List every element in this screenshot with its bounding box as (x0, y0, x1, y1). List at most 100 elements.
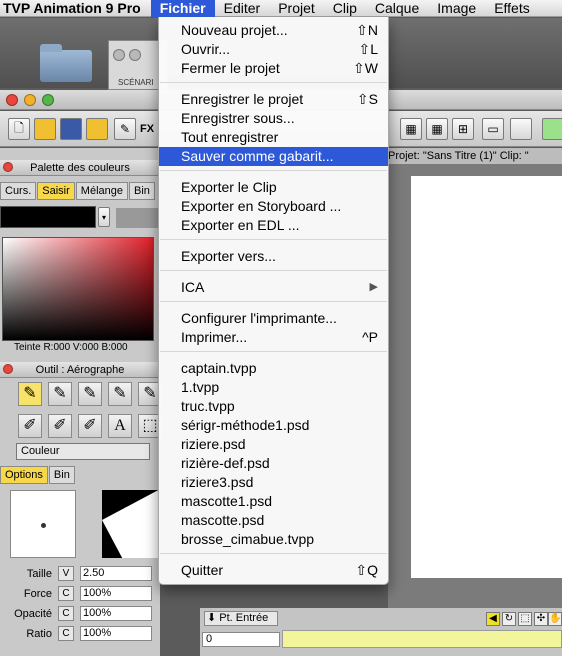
minimize-window-icon[interactable] (24, 94, 36, 106)
brush-tool-icon[interactable]: ✐ (18, 414, 42, 438)
menu-item[interactable]: Sauver comme gabarit... (159, 147, 388, 166)
menu-item-shortcut: ⇧L (358, 41, 378, 57)
close-icon[interactable] (113, 49, 125, 61)
frame-field[interactable]: 0 (202, 632, 280, 647)
param-mode-button[interactable]: V (58, 566, 74, 581)
menu-separator (160, 270, 387, 271)
hand-icon[interactable]: ✋ (548, 612, 562, 626)
knife-tool-icon[interactable]: ✐ (78, 414, 102, 438)
color-dropdown-icon[interactable]: ▾ (98, 207, 110, 227)
folder-icon[interactable] (86, 118, 108, 140)
menu-item[interactable]: captain.tvpp (159, 359, 388, 378)
tab-curs[interactable]: Curs. (0, 182, 37, 200)
close-window-icon[interactable] (6, 94, 18, 106)
menu-item[interactable]: Tout enregistrer (159, 128, 388, 147)
drawing-canvas[interactable] (411, 176, 562, 578)
gradient-icon[interactable] (510, 118, 532, 140)
menu-item[interactable]: Enregistrer le projet ⇧S (159, 90, 388, 109)
pen-tool-icon[interactable]: ✎ (48, 382, 72, 406)
menu-item[interactable]: Quitter ⇧Q (159, 561, 388, 580)
menu-clip[interactable]: Clip (324, 0, 366, 17)
menu-calque[interactable]: Calque (366, 0, 428, 17)
menu-item[interactable]: truc.tvpp (159, 397, 388, 416)
marker-tool-icon[interactable]: ✎ (78, 382, 102, 406)
param-opacity: Opacité C 100% (0, 605, 160, 623)
zoom-window-icon[interactable] (42, 94, 54, 106)
menu-item[interactable]: Exporter vers... (159, 247, 388, 266)
current-color-swatch[interactable] (0, 206, 96, 228)
close-tool-panel-icon[interactable] (3, 364, 13, 374)
menu-item[interactable]: Imprimer... ^P (159, 328, 388, 347)
menu-fichier[interactable]: Fichier (150, 0, 215, 17)
menu-item-label: mascotte.psd (181, 512, 265, 528)
menu-item[interactable]: Exporter en Storyboard ... (159, 197, 388, 216)
timeline-track[interactable] (282, 630, 562, 648)
menu-item[interactable]: Fermer le projet ⇧W (159, 59, 388, 78)
select-icon[interactable]: ⬚ (518, 612, 532, 626)
menu-editer[interactable]: Editer (215, 0, 270, 17)
menu-item[interactable]: brosse_cimabue.tvpp (159, 530, 388, 549)
minimize-icon[interactable] (129, 49, 141, 61)
crayon-tool-icon[interactable]: ✎ (108, 382, 132, 406)
open-folder-icon[interactable] (34, 118, 56, 140)
menu-item[interactable]: sérigr-méthode1.psd (159, 416, 388, 435)
menu-item[interactable]: Exporter le Clip (159, 178, 388, 197)
mark-in-button[interactable]: ⬇ Pt. Entrée (204, 611, 278, 626)
param-value-field[interactable]: 100% (80, 586, 152, 601)
app-menu[interactable]: TVP Animation 9 Pro (0, 0, 151, 16)
param-value-field[interactable]: 100% (80, 606, 152, 621)
param-value-field[interactable]: 2.50 (80, 566, 152, 581)
menu-separator (160, 351, 387, 352)
color-picker-field[interactable] (2, 237, 154, 341)
menu-projet[interactable]: Projet (269, 0, 324, 17)
text-tool-icon[interactable]: A (108, 414, 132, 438)
param-mode-button[interactable]: C (58, 586, 74, 601)
tab-bin[interactable]: Bin (129, 182, 155, 200)
rotate-icon[interactable]: ↻ (502, 612, 516, 626)
tools-icon[interactable]: ✎ (114, 118, 136, 140)
monitor-icon[interactable]: ▭ (482, 118, 504, 140)
palette-tabs: Curs. Saisir Mélange Bin (0, 182, 156, 200)
menu-item[interactable]: mascotte1.psd (159, 492, 388, 511)
fx-button[interactable]: FX (140, 123, 154, 135)
layout-icon[interactable]: ⊞ (452, 118, 474, 140)
secondary-color-swatch[interactable] (116, 208, 160, 228)
mode-select[interactable]: Couleur (16, 443, 150, 460)
menu-item[interactable]: Enregistrer sous... (159, 109, 388, 128)
menu-effets[interactable]: Effets (485, 0, 539, 17)
menu-item[interactable]: riziere3.psd (159, 473, 388, 492)
pattern-icon[interactable]: ▦ (400, 118, 422, 140)
menu-item[interactable]: riziere.psd (159, 435, 388, 454)
folder-icon[interactable] (40, 44, 92, 82)
param-mode-button[interactable]: C (58, 626, 74, 641)
new-document-icon[interactable]: 🗋 (8, 118, 30, 140)
sound-icon[interactable]: ◀ (486, 612, 500, 626)
param-mode-button[interactable]: C (58, 606, 74, 621)
menu-item[interactable]: ICA ▶ (159, 278, 388, 297)
tab-saisir[interactable]: Saisir (37, 182, 75, 200)
menu-item[interactable]: Exporter en EDL ... (159, 216, 388, 235)
tab-tool-bin[interactable]: Bin (48, 466, 75, 484)
menu-item[interactable]: 1.tvpp (159, 378, 388, 397)
menu-item[interactable]: mascotte.psd (159, 511, 388, 530)
save-icon[interactable] (60, 118, 82, 140)
menu-item-label: Enregistrer sous... (181, 110, 295, 126)
fichier-dropdown-menu: Nouveau projet... ⇧N Ouvrir... ⇧L Fermer le … (158, 17, 389, 585)
menu-item[interactable]: Ouvrir... ⇧L (159, 40, 388, 59)
param-value-field[interactable]: 100% (80, 626, 152, 641)
airbrush-tool-icon[interactable]: ✎ (18, 382, 42, 406)
menu-image[interactable]: Image (428, 0, 485, 17)
param-label: Opacité (14, 608, 52, 620)
param-ratio: Ratio C 100% (0, 625, 160, 643)
menu-item[interactable]: Configurer l'imprimante... (159, 309, 388, 328)
menu-item[interactable]: Nouveau projet... ⇧N (159, 21, 388, 40)
zoom-icon[interactable]: ✣ (534, 612, 548, 626)
grid-icon[interactable]: ▦ (426, 118, 448, 140)
menu-item[interactable]: rizière-def.psd (159, 454, 388, 473)
tab-options[interactable]: Options (0, 466, 48, 484)
paintbrush-tool-icon[interactable]: ✐ (48, 414, 72, 438)
menu-item-label: Exporter en EDL ... (181, 217, 300, 233)
close-palette-icon[interactable] (3, 162, 13, 172)
color-swatch-icon[interactable] (542, 118, 562, 140)
tab-melange[interactable]: Mélange (75, 182, 128, 200)
